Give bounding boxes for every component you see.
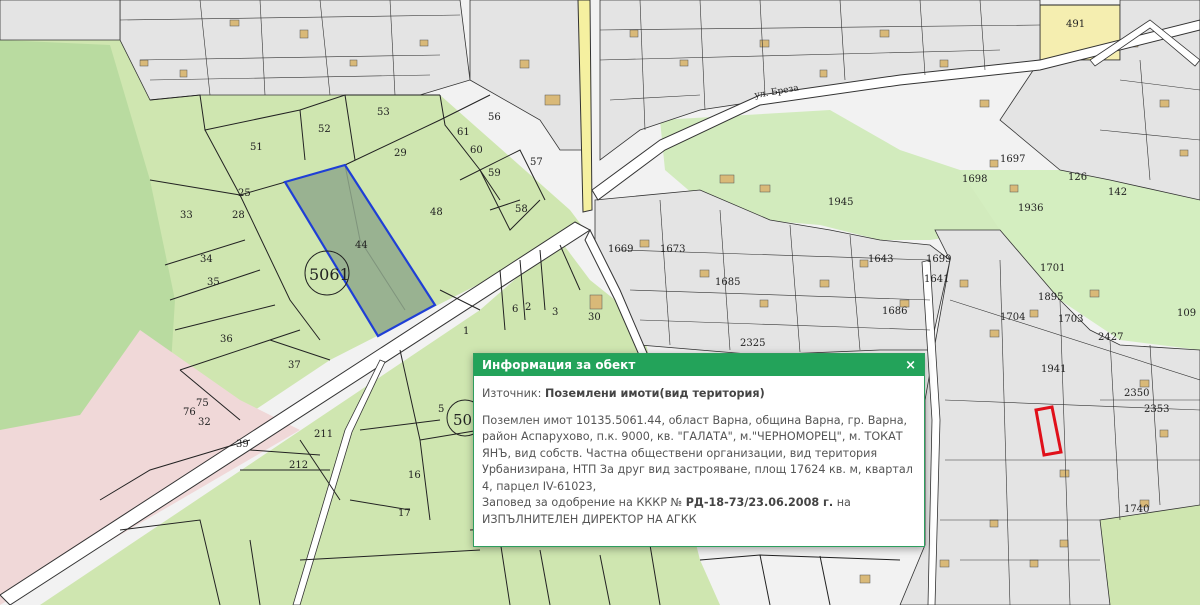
building-491-label: 491 (1066, 19, 1085, 30)
parcel-label: 1669 (608, 244, 633, 255)
order-number: РД-18-73/23.06.2008 г. (685, 496, 834, 509)
parcel-label: 1697 (1000, 154, 1025, 165)
popup-body: Източник: Поземлени имоти(вид територия)… (474, 376, 924, 528)
parcel-label: 1703 (1058, 314, 1083, 325)
parcel-label: 36 (220, 334, 233, 345)
parcel-label: 2427 (1098, 332, 1123, 343)
parcel-label: 35 (207, 277, 220, 288)
parcel-label: 1941 (1041, 364, 1066, 375)
parcel-label: 5 (438, 404, 444, 415)
parcel-label: 1673 (660, 244, 685, 255)
parcel-label: 1699 (926, 254, 951, 265)
parcel-label: 1895 (1038, 292, 1063, 303)
parcel-label: 44 (355, 240, 368, 251)
parcel-label: 59 (488, 168, 501, 179)
parcel-label: 1643 (868, 254, 893, 265)
parcel-label: 58 (515, 204, 528, 215)
order-prefix: Заповед за одобрение на КККР № (482, 496, 683, 509)
popup-order: Заповед за одобрение на КККР № РД-18-73/… (482, 495, 916, 528)
parcel-label: 34 (200, 254, 213, 265)
green-area-southeast (1100, 505, 1200, 605)
parcel-label: 25 (238, 188, 251, 199)
parcel-label: 212 (289, 460, 308, 471)
parcel-label: 33 (180, 210, 193, 221)
parcel-label: 39 (236, 439, 249, 450)
parcel-label: 60 (470, 145, 483, 156)
parcel-label: 6 (512, 304, 518, 315)
parcel-label: 17 (398, 508, 411, 519)
parcel-label: 1685 (715, 277, 740, 288)
parcel-label: 1698 (962, 174, 987, 185)
parcel-label: 56 (488, 112, 501, 123)
parcel-label: 57 (530, 157, 543, 168)
parcel-label: 1945 (828, 197, 853, 208)
parcel-label: 76 (183, 407, 196, 418)
parcel-label: 1936 (1018, 203, 1043, 214)
parcel-label: 211 (314, 429, 333, 440)
parcel-label: 126 (1068, 172, 1087, 183)
parcel-label: 2 (525, 302, 531, 313)
object-info-popup[interactable]: Информация за обект × Източник: Поземлен… (473, 353, 925, 547)
parcel-label: 16 (408, 470, 421, 481)
parcel-label: 142 (1108, 187, 1127, 198)
parcel-label: 109 (1177, 308, 1196, 319)
parcel-label: 30 (588, 312, 601, 323)
parcel-label: 29 (394, 148, 407, 159)
parcel-label: 53 (377, 107, 390, 118)
parcel-label: 2350 (1124, 388, 1149, 399)
parcel-label: 1704 (1000, 312, 1025, 323)
parcel-label: 1 (463, 326, 469, 337)
popup-description: Поземлен имот 10135.5061.44, област Варн… (482, 413, 913, 493)
source-value: Поземлени имоти(вид територия) (544, 387, 765, 400)
parcel-label: 1686 (882, 306, 907, 317)
parcel-label: 1740 (1124, 504, 1149, 515)
popup-title: Информация за обект (482, 358, 636, 372)
parcel-label: 1641 (924, 274, 949, 285)
close-icon[interactable]: × (905, 359, 916, 372)
parcel-label: 61 (457, 127, 470, 138)
popup-header: Информация за обект × (474, 354, 924, 376)
parcel-label: 48 (430, 207, 443, 218)
parcel-label: 2325 (740, 338, 765, 349)
parcel-label: 32 (198, 417, 211, 428)
parcel-label: 28 (232, 210, 245, 221)
parcel-label: 1701 (1040, 263, 1065, 274)
parcel-label: 37 (288, 360, 301, 371)
popup-source: Източник: Поземлени имоти(вид територия) (482, 386, 916, 403)
parcel-label: 3 (552, 307, 558, 318)
parcel-label: 2353 (1144, 404, 1169, 415)
parcel-label: 51 (250, 142, 263, 153)
source-label: Източник: (482, 387, 542, 400)
district-label: 5061 (309, 265, 350, 284)
parcel-label: 52 (318, 124, 331, 135)
parcel-label: 75 (196, 398, 209, 409)
